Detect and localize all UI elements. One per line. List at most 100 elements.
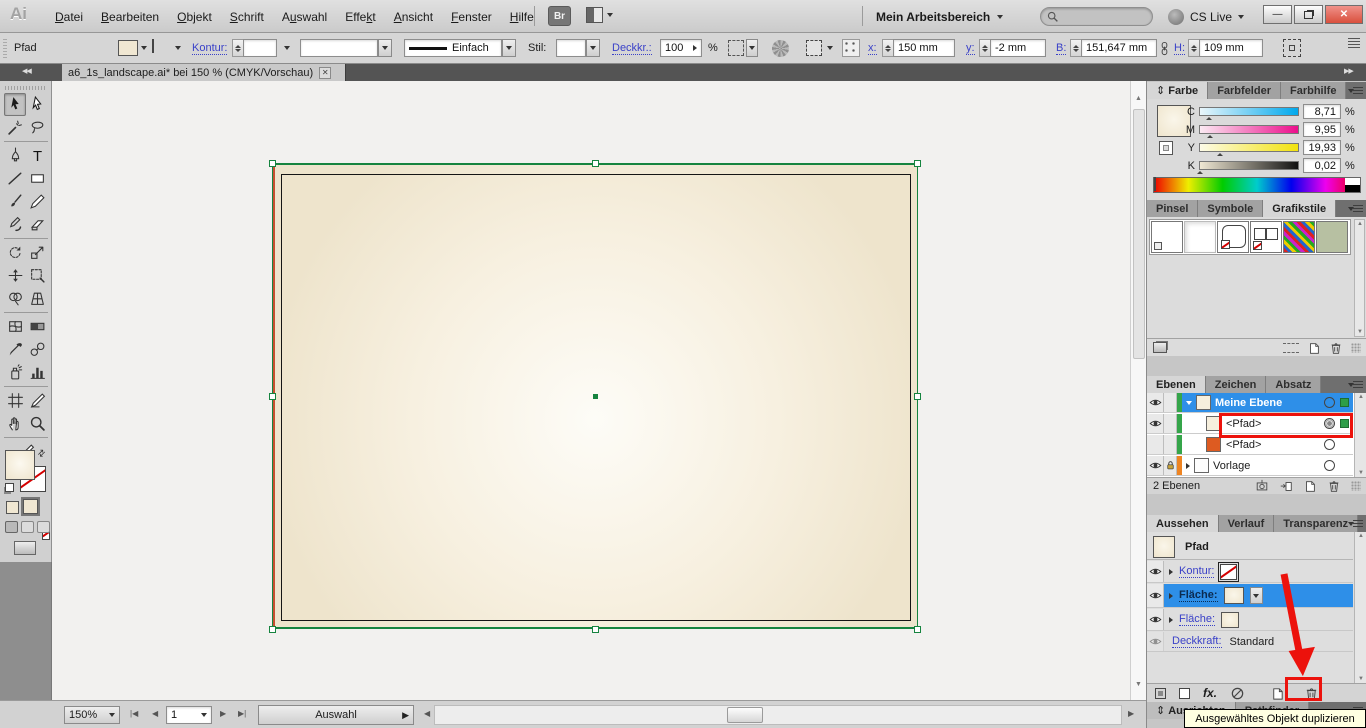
stile-scroll-down-icon[interactable]: ▼ — [1357, 329, 1363, 335]
opacity-attr-label[interactable]: Deckkraft: — [1172, 635, 1222, 648]
eraser-tool[interactable] — [26, 213, 48, 236]
artboard-tool[interactable] — [4, 389, 26, 412]
x-field[interactable]: 150 mm — [893, 39, 955, 57]
fill-dropdown[interactable] — [1250, 587, 1263, 604]
bridge-button[interactable]: Br — [548, 6, 571, 26]
hscroll-right-icon[interactable]: ▶ — [1128, 709, 1134, 718]
stile-scrollbar[interactable]: ▲ ▼ — [1354, 219, 1365, 337]
rotate-tool[interactable] — [4, 241, 26, 264]
next-artboard-button[interactable]: ▶ — [220, 709, 226, 718]
screen-mode-button[interactable] — [14, 541, 36, 555]
visibility-toggle[interactable] — [1147, 393, 1164, 412]
layer-row-meine-ebene[interactable]: Meine Ebene — [1147, 393, 1353, 413]
transform-options-icon[interactable] — [1283, 39, 1301, 57]
fill-color-proxy[interactable] — [5, 450, 35, 480]
link-dimensions-icon[interactable] — [1157, 40, 1172, 57]
object-name[interactable]: <Pfad> — [1226, 439, 1261, 451]
align-options-icon[interactable] — [806, 40, 822, 56]
document-tab-close-icon[interactable]: ✕ — [319, 67, 331, 79]
spectrum-black-swatch[interactable] — [1345, 185, 1360, 192]
tools-panel-grip[interactable] — [5, 86, 47, 90]
selection-handle-s[interactable] — [592, 626, 599, 633]
style-item-mosaic[interactable] — [1283, 221, 1315, 253]
stroke-style-field[interactable]: Einfach — [404, 39, 502, 57]
resize-grip-icon[interactable] — [1351, 343, 1361, 353]
aussehen-scrollbar[interactable]: ▲ ▼ — [1354, 532, 1366, 683]
channel-m-slider[interactable] — [1199, 125, 1299, 134]
aussehen-scroll-up-icon[interactable]: ▲ — [1358, 533, 1364, 539]
style-item-default[interactable] — [1151, 221, 1183, 253]
stroke-swatch[interactable] — [152, 39, 154, 53]
spectrum-none-swatch[interactable] — [1154, 177, 1156, 191]
visibility-toggle[interactable] — [1147, 456, 1164, 475]
zoom-tool[interactable] — [26, 412, 48, 435]
status-menu-icon[interactable]: ▶ — [402, 710, 409, 721]
visibility-toggle[interactable] — [1147, 609, 1164, 630]
unlink-style-icon[interactable] — [1283, 343, 1299, 353]
disclosure-triangle-icon[interactable] — [1169, 569, 1173, 575]
menu-fenster[interactable]: Fenster — [442, 10, 501, 24]
color-spectrum-bar[interactable] — [1153, 177, 1361, 193]
menu-ansicht[interactable]: Ansicht — [385, 10, 442, 24]
status-display[interactable]: Auswahl▶ — [258, 705, 414, 725]
object-target-icon[interactable] — [1324, 439, 1335, 450]
first-artboard-button[interactable]: |◀ — [130, 709, 138, 718]
channel-k-field[interactable]: 0,02 — [1303, 158, 1341, 173]
aussehen-panel-menu-icon[interactable] — [1347, 518, 1365, 530]
visibility-toggle[interactable] — [1147, 561, 1164, 582]
tab-grafikstile[interactable]: Grafikstile — [1263, 200, 1336, 217]
horizontal-scrollbar[interactable] — [434, 705, 1122, 725]
panel-grip[interactable] — [3, 39, 7, 58]
vertical-scrollbar[interactable]: ▲ ▼ — [1130, 81, 1146, 700]
menu-effekt[interactable]: Effekt — [336, 10, 384, 24]
opacity-field[interactable]: 100 — [660, 39, 702, 57]
disclosure-triangle-icon[interactable] — [1186, 401, 1192, 405]
workspace-switcher[interactable]: Mein Arbeitsbereich — [876, 6, 1003, 27]
tab-pinsel[interactable]: Pinsel — [1147, 200, 1198, 217]
lock-toggle[interactable] — [1164, 435, 1177, 454]
stroke-attr-label[interactable]: Kontur: — [1179, 565, 1214, 578]
disclosure-triangle-icon[interactable] — [1186, 463, 1190, 469]
horizontal-scroll-thumb[interactable] — [727, 707, 763, 723]
stroke-style-dropdown[interactable] — [502, 39, 516, 57]
stroke-dropdown-icon[interactable] — [175, 46, 181, 50]
visibility-toggle[interactable] — [1147, 414, 1164, 433]
tab-verlauf[interactable]: Verlauf — [1219, 515, 1275, 532]
visibility-toggle[interactable] — [1147, 632, 1164, 651]
lock-toggle[interactable] — [1164, 456, 1177, 475]
menu-schrift[interactable]: Schrift — [221, 10, 273, 24]
style-dropdown[interactable] — [586, 39, 600, 57]
tools-panel-collapse-icon[interactable]: ◀◀ — [22, 67, 31, 75]
layer-thumbnail[interactable] — [1196, 395, 1211, 410]
type-tool[interactable]: T — [26, 144, 48, 167]
minimize-button[interactable]: — — [1263, 5, 1292, 24]
fill-dropdown-icon[interactable] — [141, 46, 147, 50]
style-item-sage[interactable] — [1316, 221, 1348, 253]
make-clipping-mask-icon[interactable] — [1255, 479, 1269, 493]
vertical-scroll-thumb[interactable] — [1133, 109, 1145, 359]
fill-attr-label[interactable]: Fläche: — [1179, 613, 1215, 626]
channel-m-field[interactable]: 9,95 — [1303, 122, 1341, 137]
stroke-none-swatch[interactable] — [1220, 564, 1237, 580]
farbe-stroke-swatch[interactable] — [1159, 141, 1173, 155]
direct-selection-tool[interactable] — [26, 93, 48, 116]
y-label[interactable]: y: — [966, 42, 975, 55]
blob-brush-tool[interactable] — [4, 213, 26, 236]
opacity-label[interactable]: Deckkr.: — [612, 42, 652, 55]
gradient-mode-button[interactable] — [23, 499, 38, 514]
menu-bearbeiten[interactable]: Bearbeiten — [92, 10, 168, 24]
selection-handle-se[interactable] — [914, 626, 921, 633]
y-field[interactable]: -2 mm — [990, 39, 1046, 57]
stroke-weight-label[interactable]: Kontur: — [192, 42, 227, 55]
visibility-toggle[interactable] — [1147, 584, 1164, 607]
add-effect-icon[interactable]: fx. — [1203, 686, 1217, 700]
cs-live-group[interactable]: CS Live — [1168, 6, 1244, 27]
height-label[interactable]: H: — [1174, 42, 1185, 55]
stroke-weight-dropdown-icon[interactable] — [284, 46, 290, 50]
magic-wand-tool[interactable] — [4, 116, 26, 139]
lock-toggle[interactable] — [1164, 414, 1177, 433]
layer-thumbnail[interactable] — [1194, 458, 1209, 473]
ebenen-panel-menu-icon[interactable] — [1347, 379, 1365, 391]
new-fill-icon[interactable] — [1179, 688, 1190, 699]
shape-builder-tool[interactable] — [4, 287, 26, 310]
